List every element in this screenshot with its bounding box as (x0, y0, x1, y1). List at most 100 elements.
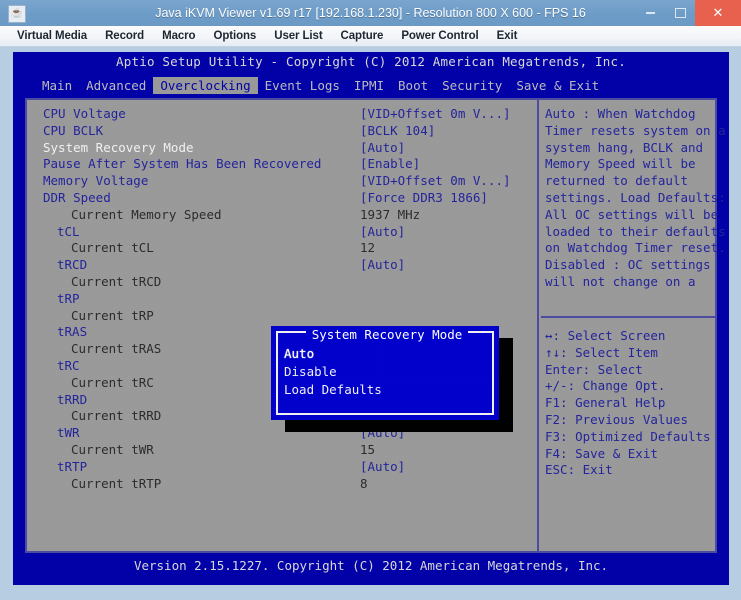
setting-row[interactable]: tCL[Auto] (27, 224, 535, 241)
window-controls: ✕ (635, 0, 741, 26)
setting-value[interactable]: 12 (360, 240, 375, 257)
setting-label: Current tRRD (71, 408, 161, 425)
bios-tab-ipmi[interactable]: IPMI (347, 77, 391, 94)
setting-label: tRP (57, 291, 80, 308)
dialog-option-load-defaults[interactable]: Load Defaults (284, 381, 382, 398)
settings-list: CPU Voltage [VID+Offset 0m V...] CPU BCLK [… (27, 106, 535, 492)
help-text-line: on Watchdog Timer reset. (545, 240, 713, 257)
maximize-button[interactable] (665, 0, 695, 26)
bios-tab-main[interactable]: Main (35, 77, 79, 94)
key-legend-line: F3: Optimized Defaults (545, 429, 725, 446)
help-separator (541, 316, 715, 318)
setting-label: tRAS (57, 324, 87, 341)
setting-row[interactable]: Current tRCD (27, 274, 535, 291)
dialog-title: System Recovery Mode (278, 324, 496, 343)
setting-row[interactable]: tRCD [Auto] (27, 257, 535, 274)
bios-tab-overclocking[interactable]: Overclocking (153, 77, 257, 94)
menu-item-capture[interactable]: Capture (332, 26, 393, 46)
close-button[interactable]: ✕ (695, 0, 741, 26)
ikvm-viewer-window: ☕ Java iKVM Viewer v1.69 r17 [192.168.1.… (0, 0, 741, 600)
help-text-line: system hang, BCLK and (545, 140, 713, 157)
setting-row[interactable]: System Recovery Mode [Auto] (27, 140, 535, 157)
menu-item-user-list[interactable]: User List (265, 26, 331, 46)
setting-value[interactable]: 1937 MHz (360, 207, 420, 224)
setting-label: Current tRP (71, 308, 154, 325)
setting-row[interactable]: Current tRP (27, 308, 535, 325)
setting-value[interactable]: [Enable] (360, 156, 420, 173)
window-title: Java iKVM Viewer v1.69 r17 [192.168.1.23… (0, 0, 741, 26)
help-text-line: Disabled : OC settings (545, 257, 713, 274)
setting-label: Pause After System Has Been Recovered (43, 156, 321, 173)
setting-row[interactable]: CPU Voltage [VID+Offset 0m V...] (27, 106, 535, 123)
setting-row[interactable]: Current tRTP 8 (27, 476, 535, 493)
setting-label: CPU Voltage (43, 106, 126, 123)
bios-tab-bar: MainAdvancedOverclockingEvent LogsIPMIBo… (13, 76, 729, 94)
setting-row[interactable]: DDR Speed [Force DDR3 1866] (27, 190, 535, 207)
key-legend-line: F1: General Help (545, 395, 725, 412)
setting-value[interactable]: 8 (360, 476, 368, 493)
setting-label: DDR Speed (43, 190, 111, 207)
menu-item-exit[interactable]: Exit (488, 26, 527, 46)
setting-label: Current tWR (71, 442, 154, 459)
key-legend-line: ESC: Exit (545, 462, 725, 479)
help-text-line: will not change on a (545, 274, 713, 291)
setting-value[interactable]: [VID+Offset 0m V...] (360, 173, 511, 190)
setting-label: System Recovery Mode (43, 140, 194, 157)
bios-header-title: Aptio Setup Utility - Copyright (C) 2012… (13, 54, 729, 69)
setting-label: Current tRTP (71, 476, 161, 493)
help-text-line: returned to default (545, 173, 713, 190)
setting-value[interactable]: [Auto] (360, 140, 405, 157)
setting-value[interactable]: [VID+Offset 0m V...] (360, 106, 511, 123)
menu-item-power-control[interactable]: Power Control (392, 26, 487, 46)
application-menubar: Virtual Media Record Macro Options User … (0, 26, 741, 47)
minimize-button[interactable] (635, 0, 665, 26)
setting-value[interactable]: [Auto] (360, 257, 405, 274)
menu-item-record[interactable]: Record (96, 26, 153, 46)
setting-row[interactable]: Current Memory Speed 1937 MHz (27, 207, 535, 224)
system-recovery-mode-dialog: System Recovery Mode AutoDisableLoad Def… (271, 326, 499, 420)
dialog-option-disable[interactable]: Disable (284, 363, 337, 380)
key-legend: ↔: Select Screen↑↓: Select ItemEnter: Se… (545, 328, 725, 479)
setting-label: tRCD (57, 257, 87, 274)
setting-label: Current tRAS (71, 341, 161, 358)
setting-row[interactable]: CPU BCLK [BCLK 104] (27, 123, 535, 140)
bios-tab-event-logs[interactable]: Event Logs (258, 77, 347, 94)
setting-row[interactable]: tRTP [Auto] (27, 459, 535, 476)
bios-tab-security[interactable]: Security (435, 77, 509, 94)
window-titlebar: ☕ Java iKVM Viewer v1.69 r17 [192.168.1.… (0, 0, 741, 27)
key-legend-line: F2: Previous Values (545, 412, 725, 429)
setting-label: tRC (57, 358, 80, 375)
menu-item-options[interactable]: Options (204, 26, 265, 46)
setting-row[interactable]: Memory Voltage[VID+Offset 0m V...] (27, 173, 535, 190)
setting-label: CPU BCLK (43, 123, 103, 140)
setting-label: Current tRCD (71, 274, 161, 291)
setting-value[interactable]: [Auto] (360, 459, 405, 476)
bios-tab-boot[interactable]: Boot (391, 77, 435, 94)
menu-item-macro[interactable]: Macro (153, 26, 204, 46)
setting-label: Current Memory Speed (71, 207, 222, 224)
bios-tab-advanced[interactable]: Advanced (79, 77, 153, 94)
help-text-line: loaded to their defaults (545, 224, 713, 241)
setting-value[interactable]: 15 (360, 442, 375, 459)
dialog-option-auto[interactable]: Auto (284, 345, 314, 362)
setting-value[interactable]: [BCLK 104] (360, 123, 435, 140)
dialog-frame: System Recovery Mode AutoDisableLoad Def… (276, 331, 494, 415)
setting-row[interactable]: Current tCL 12 (27, 240, 535, 257)
setting-label: tRRD (57, 392, 87, 409)
setting-row[interactable]: tRP (27, 291, 535, 308)
setting-value[interactable]: [Auto] (360, 224, 405, 241)
remote-console-viewport: Aptio Setup Utility - Copyright (C) 2012… (0, 47, 741, 600)
menu-item-virtual-media[interactable]: Virtual Media (8, 26, 96, 46)
setting-value[interactable]: [Force DDR3 1866] (360, 190, 488, 207)
key-legend-line: +/-: Change Opt. (545, 378, 725, 395)
setting-row[interactable]: Current tWR 15 (27, 442, 535, 459)
setting-label: Current tCL (71, 240, 154, 257)
setting-row[interactable]: Pause After System Has Been Recovered [En… (27, 156, 535, 173)
key-legend-line: F4: Save & Exit (545, 446, 725, 463)
panel-divider (537, 100, 539, 551)
bios-tab-save-exit[interactable]: Save & Exit (509, 77, 606, 94)
setting-label: tWR (57, 425, 80, 442)
setting-label: tRTP (57, 459, 87, 476)
dialog-title-text: System Recovery Mode (306, 327, 469, 342)
key-legend-line: Enter: Select (545, 362, 725, 379)
